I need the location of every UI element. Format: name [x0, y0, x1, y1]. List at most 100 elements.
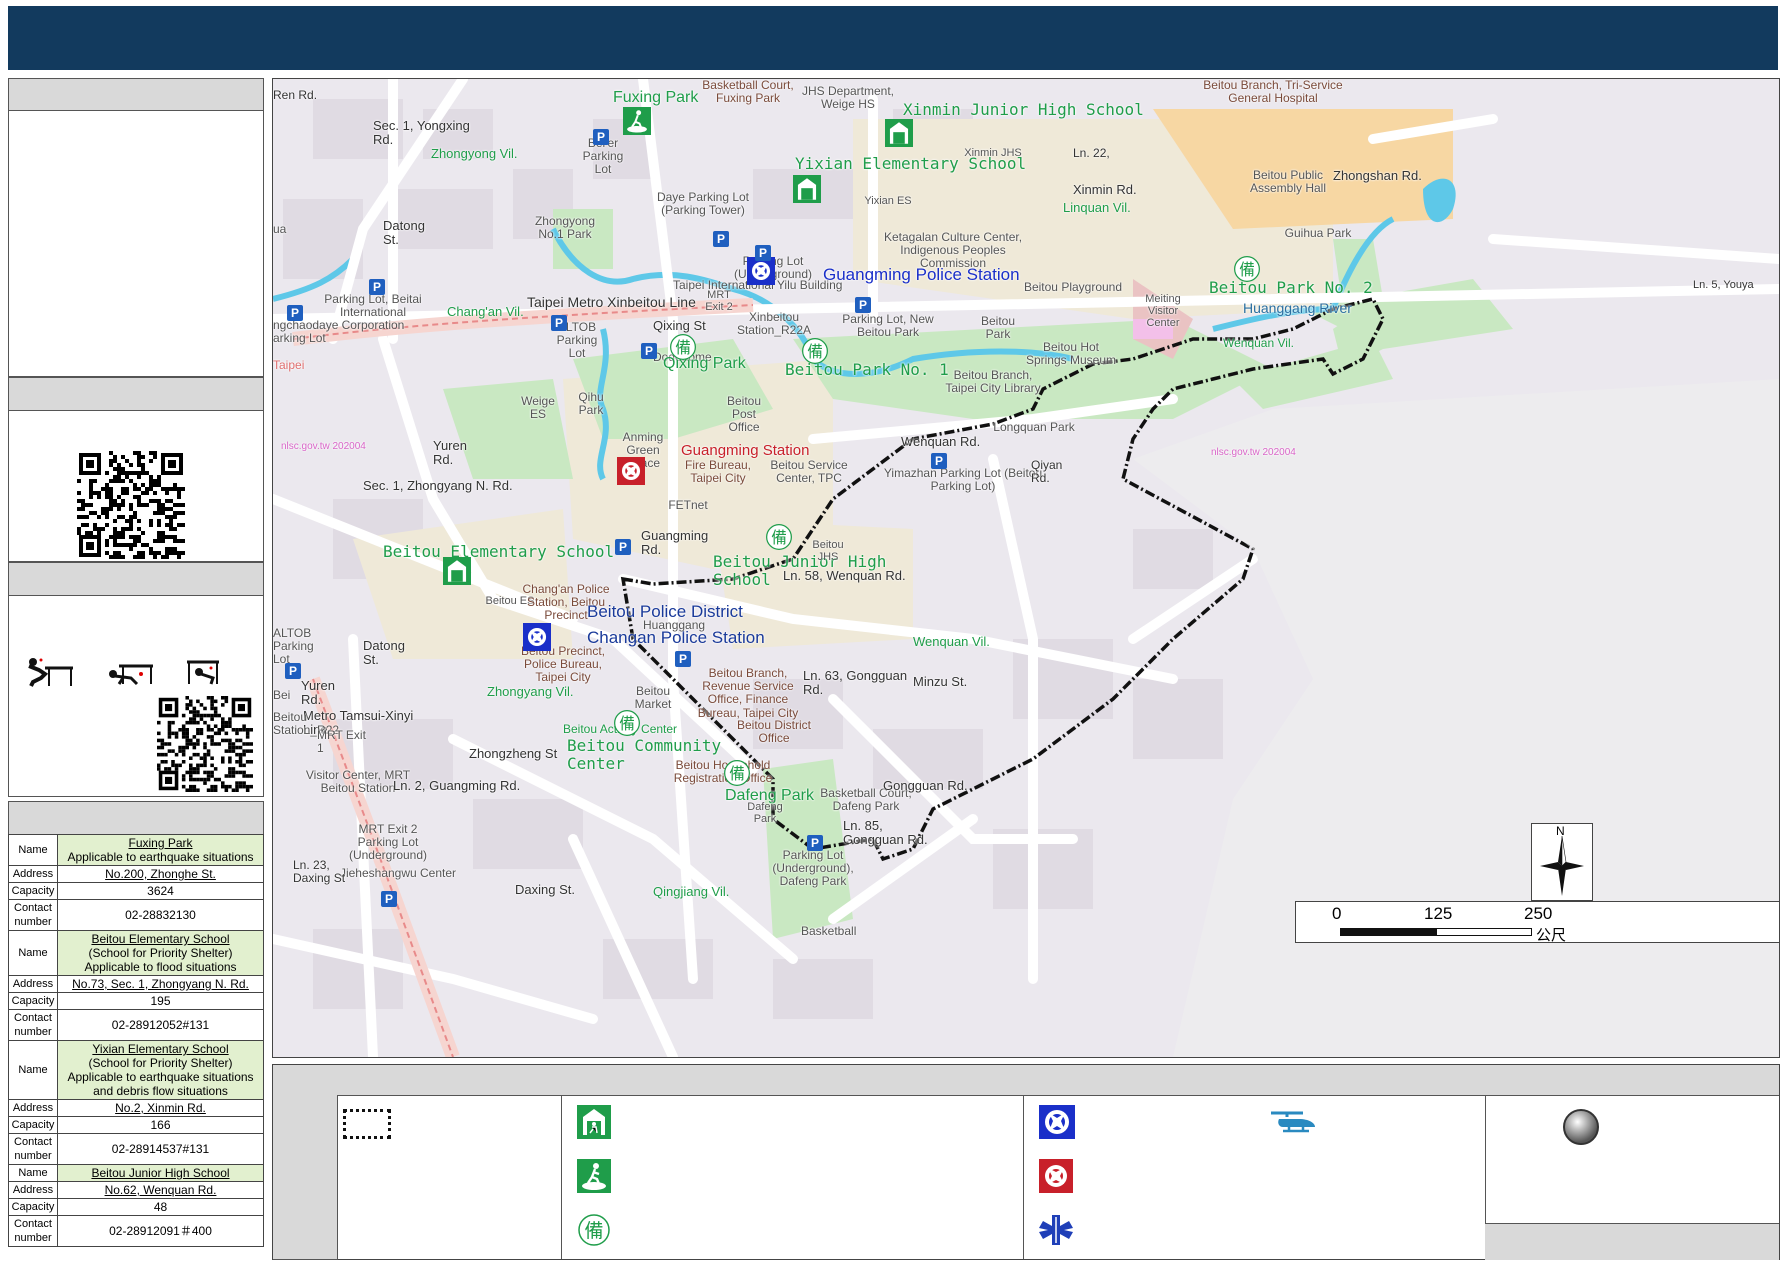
map-fire-station-icon[interactable] [617, 457, 645, 485]
map-label-nlsc2: nlsc.gov.tw 202004 [1211, 447, 1296, 458]
scale-unit: 公尺 [1536, 926, 1567, 944]
parking-icon[interactable]: P [755, 245, 771, 261]
map-label-yuren-rd: Yuren Rd. [433, 438, 467, 468]
parking-icon[interactable]: P [675, 651, 691, 667]
map-label-yixian-es-small: Yixian ES [864, 195, 912, 207]
legend-footer [1485, 1223, 1779, 1260]
parking-icon[interactable]: P [369, 279, 385, 295]
shelter-capacity-row: Capacity 166 [8, 1116, 264, 1134]
map-label-yimazhan: Yimazhan Parking Lot (Beitou Parking Lot… [883, 466, 1043, 494]
map-label-mrt-exit: MRT Exit 2 [705, 289, 733, 314]
parking-icon[interactable]: P [615, 539, 631, 555]
map-label-xinbeitou-line: Taipei Metro Xinbeitou Line [527, 294, 696, 310]
map-label-qihu-park: Qihu Park [578, 390, 604, 418]
shelter-name-line: Yixian Elementary School [92, 1042, 229, 1056]
map-label-revenue: Beitou Branch, Revenue Service Office, F… [697, 666, 799, 720]
info-header-1 [8, 78, 264, 112]
map-label-xinmin-jhs: Xinmin Junior High School [903, 100, 1144, 119]
legend-col-shelters [561, 1095, 1024, 1259]
shelter-address-row: Address No.73, Sec. 1, Zhongyang N. Rd. [8, 975, 264, 993]
map-shelter-building-icon[interactable] [885, 119, 913, 147]
row-label-capacity: Capacity [8, 1198, 58, 1216]
map-label-beitou-market: Beitou Market [634, 684, 672, 712]
row-label-contact: Contact number [8, 1133, 58, 1165]
shelter-name-row: Name Fuxing Park Applicable to earthquake … [8, 834, 264, 866]
row-label-capacity: Capacity [8, 1116, 58, 1134]
shelter-address: No.62, Wenquan Rd. [57, 1181, 264, 1199]
map-label-fuxing-park: Fuxing Park [613, 89, 699, 106]
map-priority-shelter-icon[interactable]: 備 [765, 523, 793, 551]
map-label-beitou-jhs-small: Beitou JHS [812, 539, 844, 564]
map-label-fetnet: FETnet [668, 498, 708, 512]
shelter-name-row: Name Yixian Elementary School (School for … [8, 1040, 264, 1100]
qr-code-icon-2[interactable] [157, 696, 253, 792]
row-label-capacity: Capacity [8, 992, 58, 1010]
map-outdoor-shelter-icon[interactable] [623, 107, 651, 135]
map-shelter-building-icon[interactable] [793, 175, 821, 203]
qr-code-icon[interactable] [77, 451, 185, 559]
parking-icon[interactable]: P [931, 453, 947, 469]
outdoor-shelter-icon [577, 1159, 611, 1193]
map-panel[interactable]: Basketball Court, Fuxing Park JHS Departm… [272, 78, 1780, 1058]
map-label-beitou-branch-library: Beitou Branch, Taipei City Library [945, 368, 1041, 396]
map-priority-shelter-icon[interactable]: 備 [1233, 255, 1261, 283]
parking-icon[interactable]: P [551, 315, 567, 331]
map-label-bei-label: Bei [273, 688, 291, 702]
map-label-zhongshan-rd: Zhongshan Rd. [1333, 168, 1422, 183]
map-label-ren-rd: Ren Rd. [273, 88, 318, 102]
parking-icon[interactable]: P [855, 297, 871, 313]
map-label-nlsc1: nlsc.gov.tw 202004 [281, 441, 366, 452]
scale-tick-125: 125 [1424, 904, 1453, 923]
map-label-taipei-left: Taipei [273, 358, 305, 372]
map-priority-shelter-icon[interactable]: 備 [723, 759, 751, 787]
map-police-station-icon[interactable] [747, 257, 775, 285]
boundary-legend-icon [343, 1109, 391, 1139]
parking-icon[interactable]: P [807, 835, 823, 851]
crawl-under-table-icon [109, 664, 153, 686]
qr-box-1 [8, 410, 264, 562]
map-shelter-building-icon[interactable] [443, 557, 471, 585]
shelter-address-row: Address No.62, Wenquan Rd. [8, 1181, 264, 1199]
parking-icon[interactable]: P [285, 663, 301, 679]
legend-header-boundary [337, 1065, 562, 1096]
row-label-address: Address [8, 975, 58, 993]
parking-icon[interactable]: P [593, 129, 609, 145]
map-label-guangming-rd: Guangming Rd. [641, 528, 709, 558]
legend-header-shelters [561, 1065, 1024, 1096]
map-label-mrt-exit1: MRT Exit 1 [317, 728, 366, 756]
scale-tick-250: 250 [1524, 904, 1553, 923]
info-header-3 [8, 562, 264, 596]
map-label-wenquan-vil-top: Wenquan Vil. [1223, 336, 1294, 350]
map-label-guangchaodaye: ngchaodaye arking Lot [273, 318, 339, 346]
row-label-contact: Contact number [8, 1009, 58, 1041]
map-priority-shelter-icon[interactable]: 備 [669, 333, 697, 361]
map-label-basketball-bottom: Basketball [801, 924, 857, 938]
map-label-qingjiang-vil: Qingjiang Vil. [653, 884, 730, 899]
map-priority-shelter-icon[interactable]: 備 [613, 709, 641, 737]
scale-segment-2 [1436, 928, 1532, 936]
svg-text:備: 備 [1239, 260, 1255, 279]
parking-icon[interactable]: P [641, 343, 657, 359]
map-label-beitou-service: Beitou Service Center, TPC [770, 458, 848, 486]
left-panel: Name Fuxing Park Applicable to earthquake … [8, 78, 264, 1258]
map-priority-shelter-icon[interactable]: 備 [801, 337, 829, 365]
shelter-name-line: Applicable to earthquake situations [67, 850, 254, 864]
map-police-station-icon[interactable] [523, 623, 551, 651]
shelter-name-line: (School for Priority Shelter) [88, 1056, 233, 1070]
parking-icon[interactable]: P [287, 305, 303, 321]
map-label-ln58: Ln. 58, Wenquan Rd. [783, 568, 906, 583]
parking-icon[interactable]: P [381, 891, 397, 907]
shelter-capacity: 3624 [57, 882, 264, 900]
shelter-capacity-row: Capacity 3624 [8, 882, 264, 900]
map-label-daxing-st: Daxing St. [515, 882, 575, 897]
map-label-beitou-es: Beitou Elementary School [383, 542, 615, 561]
priority-shelter-icon: 備 [578, 1214, 610, 1246]
map-label-datong-st: Datong St. [383, 218, 425, 248]
map-label-huanggang: Huanggang [643, 618, 706, 632]
map-label-xinmin-rd: Xinmin Rd. [1073, 182, 1137, 197]
shelter-phone: 02-28832130 [57, 899, 264, 931]
map-label-weige-es: Weige ES [521, 394, 555, 422]
parking-icon[interactable]: P [713, 231, 729, 247]
svg-text:備: 備 [729, 764, 745, 783]
map-label-gongguan-rd: Gongguan Rd. [883, 778, 968, 793]
